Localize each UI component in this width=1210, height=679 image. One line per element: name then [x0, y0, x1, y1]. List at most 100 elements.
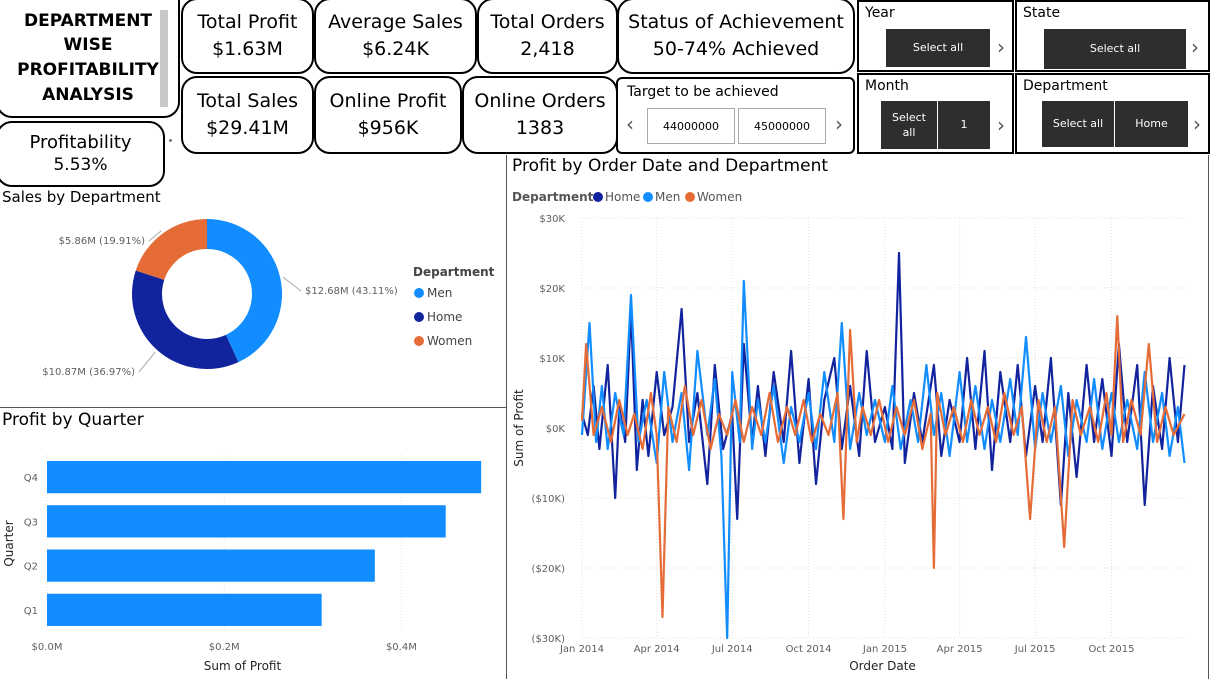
donut-legend-label-women: Women	[427, 334, 472, 348]
year-chevron-right-icon[interactable]: ›	[997, 37, 1005, 57]
donut-legend-title: Department	[413, 265, 495, 279]
donut-leader-line-home	[138, 351, 156, 373]
state-select-all-button[interactable]: Select all	[1044, 29, 1186, 69]
line-legend-marker-women	[685, 192, 695, 202]
donut-slice-home	[132, 270, 239, 369]
donut-legend-label-home: Home	[427, 310, 462, 324]
donut-label-women: $5.86M (19.91%)	[59, 236, 145, 247]
line-x-tick-label: Apr 2014	[634, 644, 680, 655]
bar-y-tick-label: Q3	[24, 517, 38, 528]
status-label: Status of Achievement	[628, 10, 844, 33]
sales-by-department-donut-chart: $12.68M (43.11%) $10.87M (36.97%) $5.86M (…	[42, 219, 495, 378]
status-card: Status of Achievement 50-74% Achieved	[617, 0, 855, 74]
online-orders-label: Online Orders	[474, 89, 606, 112]
line-y-axis-label: Sum of Profit	[512, 389, 526, 467]
state-slicer: State Select all ›	[1015, 0, 1210, 72]
online-orders-card: Online Orders 1383	[462, 76, 618, 154]
profitability-card: Profitability 5.53%	[0, 121, 165, 187]
average-sales-label: Average Sales	[328, 10, 463, 33]
department-chevron-right-icon[interactable]: ›	[1193, 114, 1201, 134]
report-title-card: DEPARTMENT WISE PROFITABILITY ANALYSIS	[0, 0, 180, 118]
total-orders-label: Total Orders	[490, 10, 605, 33]
bar-x-tick-label: $0.2M	[209, 642, 240, 653]
bar-chart-title: Profit by Quarter	[2, 410, 144, 430]
profit-by-date-line-chart: Department Home Men Women $30K $20K $10K $0K ($1…	[512, 190, 1187, 673]
average-sales-card: Average Sales $6.24K	[314, 0, 477, 74]
line-legend-label-women: Women	[697, 190, 742, 204]
total-sales-value: $29.41M	[206, 116, 289, 139]
online-profit-value: $956K	[357, 116, 419, 139]
target-option-1[interactable]: 44000000	[647, 108, 735, 144]
bar-q1	[47, 593, 322, 626]
title-scrollbar[interactable]	[160, 10, 168, 107]
target-label: Target to be achieved	[627, 84, 779, 100]
bar-x-axis-label: Sum of Profit	[204, 659, 282, 673]
panel-divider-horizontal	[0, 407, 507, 408]
total-sales-card: Total Sales $29.41M	[181, 76, 314, 154]
profitability-value: 5.53%	[53, 155, 108, 176]
donut-legend-label-men: Men	[427, 286, 452, 300]
line-x-tick-label: Jul 2015	[1014, 644, 1056, 655]
department-select-all-button[interactable]: Select all	[1042, 101, 1114, 147]
bar-y-tick-label: Q4	[24, 473, 38, 484]
chevron-left-icon[interactable]: ‹	[626, 114, 634, 134]
total-orders-card: Total Orders 2,418	[477, 0, 618, 74]
target-slicer: Target to be achieved ‹ 44000000 4500000…	[616, 77, 855, 154]
report-title-line-2: WISE	[63, 35, 113, 56]
line-legend-marker-home	[593, 192, 603, 202]
month-select-all-button[interactable]: Select all	[881, 101, 937, 149]
profit-by-quarter-bar-chart: $0.0M $0.2M $0.4M Q4 Q3 Q2 Q1 Sum of Profit Quar…	[2, 455, 482, 673]
line-y-tick-label: $0K	[546, 424, 566, 435]
donut-leader-line-men	[282, 276, 302, 292]
state-chevron-right-icon[interactable]: ›	[1191, 37, 1199, 57]
average-sales-value: $6.24K	[362, 37, 429, 60]
month-slicer: Month Select all 1 ›	[857, 73, 1014, 154]
line-legend-title: Department	[512, 190, 594, 204]
profitability-label: Profitability	[29, 131, 132, 153]
donut-label-men: $12.68M (43.11%)	[305, 286, 398, 297]
line-chart-title: Profit by Order Date and Department	[512, 156, 829, 176]
line-x-tick-label: Oct 2015	[1089, 644, 1135, 655]
status-value: 50-74% Achieved	[652, 37, 820, 60]
department-slicer: Department Select all Home ›	[1015, 73, 1210, 154]
line-series-men	[580, 279, 1186, 640]
month-chevron-right-icon[interactable]: ›	[997, 115, 1005, 135]
line-legend-label-home: Home	[605, 190, 640, 204]
line-y-tick-label: $20K	[539, 284, 565, 295]
bar-x-tick-label: $0.0M	[32, 642, 63, 653]
year-select-all-button[interactable]: Select all	[886, 29, 990, 67]
line-x-axis-label: Order Date	[849, 659, 916, 673]
line-x-tick-label: Jan 2015	[862, 644, 907, 655]
month-slicer-title: Month	[865, 78, 909, 94]
report-title-line-1: DEPARTMENT	[23, 10, 153, 31]
month-option-1-button[interactable]: 1	[938, 101, 990, 149]
small-dot	[169, 139, 172, 142]
bar-x-tick-label: $0.4M	[386, 642, 417, 653]
bar-y-tick-label: Q1	[24, 606, 38, 617]
donut-legend-marker-home	[414, 312, 424, 322]
line-y-tick-label: $30K	[539, 214, 565, 225]
line-x-tick-label: Jan 2014	[559, 644, 604, 655]
online-profit-label: Online Profit	[329, 89, 447, 112]
line-x-tick-label: Jul 2014	[711, 644, 753, 655]
line-y-tick-label: ($10K)	[532, 494, 566, 505]
line-x-tick-label: Oct 2014	[786, 644, 832, 655]
total-orders-value: 2,418	[520, 37, 575, 60]
total-profit-card: Total Profit $1.63M	[181, 0, 314, 74]
year-slicer: Year Select all ›	[857, 0, 1014, 72]
bar-y-axis-label: Quarter	[2, 520, 16, 566]
target-option-2[interactable]: 45000000	[738, 108, 826, 144]
state-slicer-title: State	[1023, 5, 1061, 21]
department-slicer-title: Department	[1023, 78, 1108, 94]
line-x-tick-label: Apr 2015	[937, 644, 983, 655]
chevron-right-icon[interactable]: ›	[835, 114, 843, 134]
line-y-tick-label: $10K	[539, 354, 565, 365]
bar-q3	[47, 505, 446, 538]
bar-y-tick-label: Q2	[24, 562, 38, 573]
online-profit-card: Online Profit $956K	[314, 76, 462, 154]
total-profit-value: $1.63M	[212, 37, 283, 60]
total-sales-label: Total Sales	[197, 89, 298, 112]
year-slicer-title: Year	[865, 5, 895, 21]
department-home-button[interactable]: Home	[1115, 101, 1188, 147]
line-legend-marker-men	[643, 192, 653, 202]
